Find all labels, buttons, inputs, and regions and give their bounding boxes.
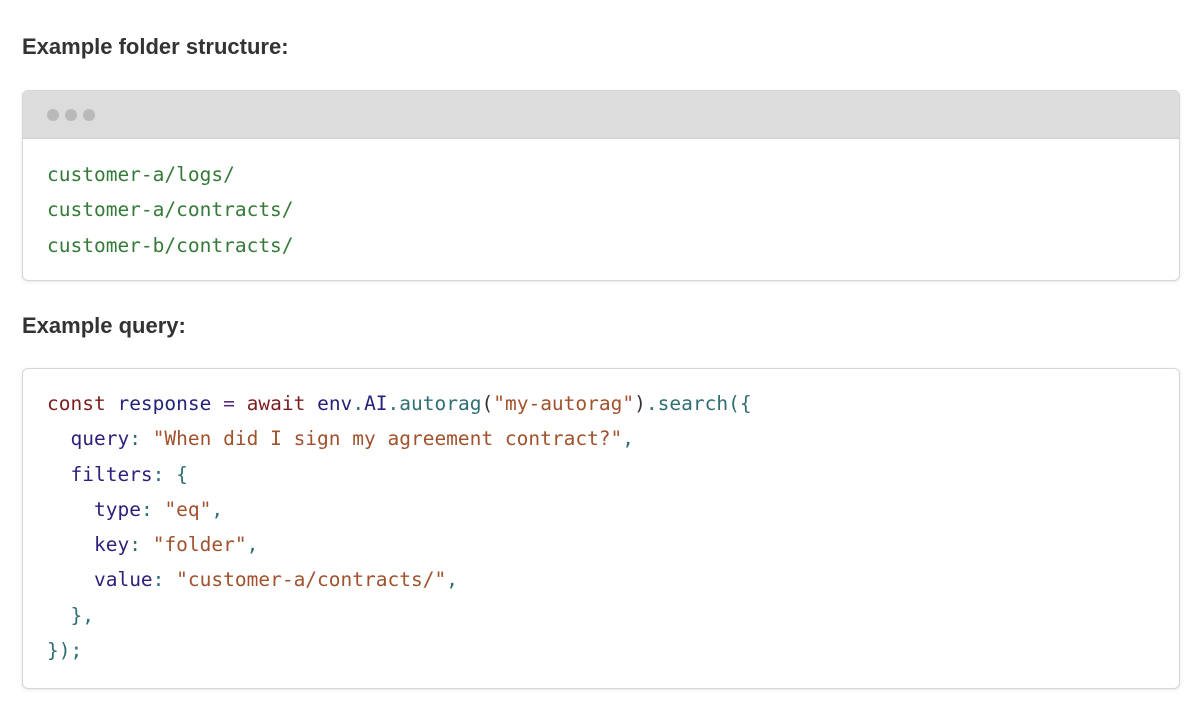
window-titlebar [23, 91, 1179, 139]
code-token: : [129, 427, 141, 451]
code-token: }, [70, 603, 94, 627]
code-token: = [223, 392, 235, 415]
code-token: : [152, 568, 165, 592]
code-token: autorag [399, 392, 482, 415]
code-token: : [140, 497, 153, 521]
code-token: "my-autorag" [493, 392, 635, 415]
code-token: "folder" [152, 533, 247, 557]
code-token: { [176, 462, 188, 486]
code-token: ({ [728, 392, 752, 415]
code-token: : [152, 462, 165, 486]
code-token: ( [481, 392, 494, 415]
folder-structure-code-window: customer-a/logs/ customer-a/contracts/ c… [22, 90, 1180, 281]
folder-path-line: customer-a/logs/ [47, 163, 235, 186]
query-code-window: const response = await env.AI.autorag("m… [22, 368, 1180, 689]
code-token: : [129, 533, 141, 557]
code-token: query [70, 427, 130, 451]
code-token: env [317, 392, 353, 415]
query-heading: Example query: [22, 313, 186, 338]
code-token: key [93, 533, 130, 557]
code-token: , [211, 497, 224, 521]
code-token: , [622, 427, 635, 451]
code-token: search [657, 392, 729, 415]
window-dot-icon [47, 108, 59, 121]
window-dot-icon [83, 108, 95, 121]
code-token: response [117, 392, 212, 415]
code-token: filters [70, 462, 153, 486]
code-token: , [446, 568, 458, 592]
code-token: ) [634, 392, 646, 415]
window-dot-icon [65, 108, 77, 121]
code-token: await [246, 392, 306, 415]
code-token: "When did I sign my agreement contract?" [152, 427, 623, 451]
code-token: type [93, 497, 141, 521]
query-code: const response = await env.AI.autorag("m… [23, 369, 1179, 668]
folder-structure-heading: Example folder structure: [22, 34, 289, 59]
folder-structure-code: customer-a/logs/ customer-a/contracts/ c… [23, 139, 1179, 263]
code-token: const [47, 392, 106, 415]
code-token: , [246, 533, 259, 557]
folder-path-line: customer-a/contracts/ [47, 198, 294, 222]
code-token: value [93, 568, 153, 592]
code-token: AI [364, 392, 388, 415]
code-token: "customer-a/contracts/" [176, 568, 447, 592]
code-token: }); [47, 639, 83, 663]
code-token: . [645, 392, 658, 415]
code-token: . [352, 392, 365, 415]
code-token: "eq" [164, 497, 212, 521]
folder-path-line: customer-b/contracts/ [47, 233, 294, 257]
code-token: . [387, 392, 400, 415]
